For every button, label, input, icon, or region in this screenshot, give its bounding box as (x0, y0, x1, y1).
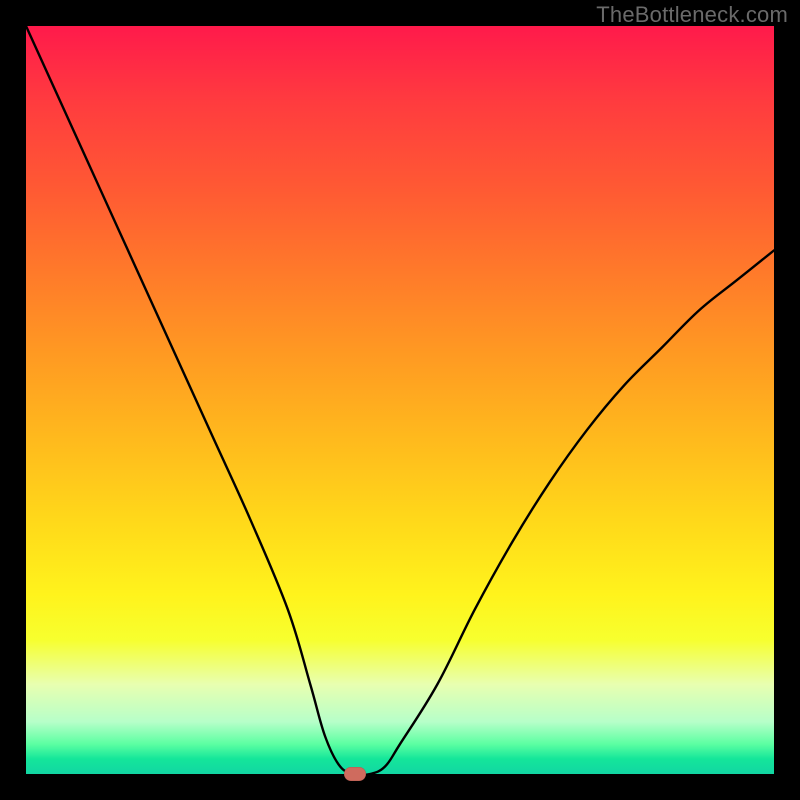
watermark-text: TheBottleneck.com (596, 2, 788, 28)
optimal-marker (344, 767, 366, 781)
plot-area (26, 26, 774, 774)
bottleneck-curve (26, 26, 774, 774)
curve-path (26, 26, 774, 774)
chart-frame: TheBottleneck.com (0, 0, 800, 800)
